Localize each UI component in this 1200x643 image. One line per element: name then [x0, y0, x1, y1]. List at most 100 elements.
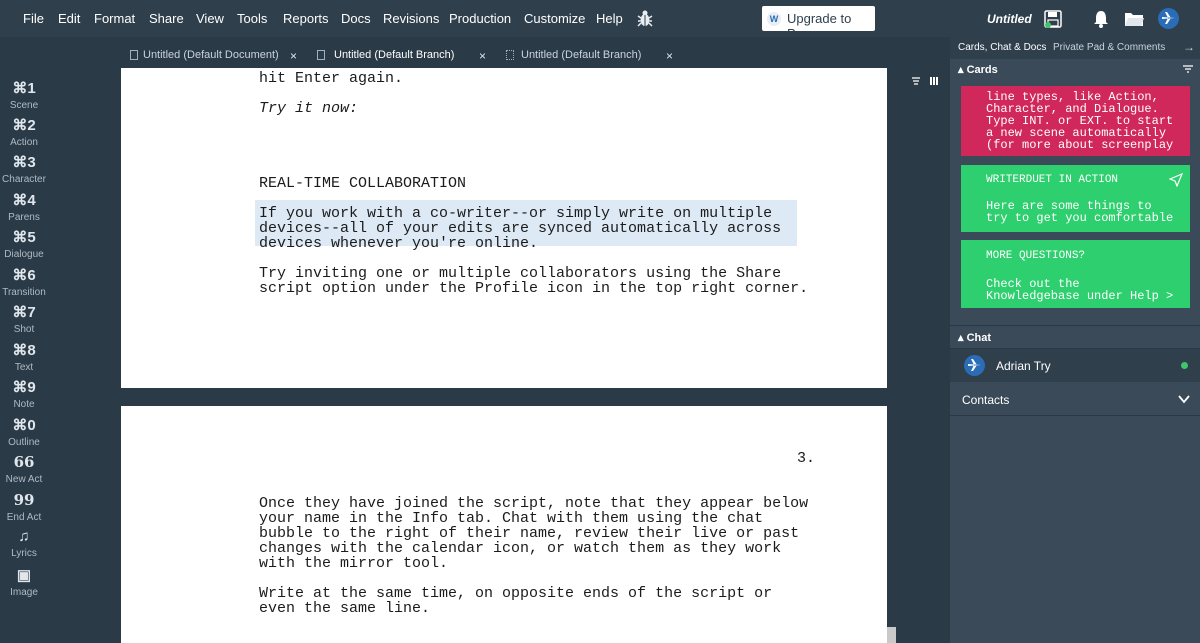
card[interactable]: line types, like Action, Character, and … — [961, 86, 1190, 156]
tool-label: Note — [13, 399, 35, 410]
action-line[interactable]: hit Enter again. — [259, 71, 403, 86]
menu-view[interactable]: View — [196, 11, 224, 26]
tool-parens[interactable]: ⌘4 Parens — [0, 191, 48, 223]
tool-label: Character — [2, 174, 46, 185]
collapse-arrow-icon[interactable]: → — [1183, 40, 1195, 54]
menu-format[interactable]: Format — [94, 11, 135, 26]
divider — [950, 325, 1200, 326]
right-panel: Cards, Chat & Docs Private Pad & Comment… — [950, 37, 1200, 643]
action-line[interactable]: Write at the same time, on opposite ends… — [259, 586, 772, 601]
card-line: Knowledgebase under Help > — [986, 289, 1174, 303]
action-line[interactable]: your name in the Info tab. Chat with the… — [259, 511, 763, 526]
menu-tools[interactable]: Tools — [237, 11, 267, 26]
action-line[interactable]: Once they have joined the script, note t… — [259, 496, 808, 511]
tool-key: ⌘3 — [12, 154, 36, 171]
chat-header-label: Chat — [966, 332, 992, 344]
tab-default-document[interactable]: Untitled (Default Document) × — [130, 44, 302, 68]
tool-image[interactable]: ▣ Image — [0, 566, 48, 598]
menu-docs[interactable]: Docs — [341, 11, 371, 26]
contacts-row[interactable]: Contacts — [950, 382, 1200, 415]
divider — [950, 415, 1200, 416]
scrollbar[interactable] — [887, 627, 896, 643]
tool-key: ⌘8 — [12, 342, 36, 359]
close-tab-icon[interactable]: × — [666, 49, 673, 63]
tool-note[interactable]: ⌘9 Note — [0, 378, 48, 410]
bell-icon[interactable] — [1093, 10, 1109, 28]
element-type-toolbar: ⌘1 Scene ⌘2 Action ⌘3 Character ⌘4 Parens ⌘5… — [0, 60, 48, 643]
bug-icon[interactable] — [635, 9, 655, 29]
action-line[interactable]: even the same line. — [259, 601, 430, 616]
send-icon[interactable] — [1169, 173, 1183, 187]
script-page[interactable]: 3. Once they have joined the script, not… — [121, 406, 887, 643]
chat-header[interactable]: ▴ Chat — [958, 331, 991, 344]
card[interactable]: MORE QUESTIONS? Check out the Knowledgeb… — [961, 240, 1190, 308]
tool-dialogue[interactable]: ⌘5 Dialogue — [0, 228, 48, 260]
action-line[interactable]: with the mirror tool. — [259, 556, 448, 571]
tool-action[interactable]: ⌘2 Action — [0, 116, 48, 148]
tool-label: Dialogue — [4, 249, 44, 260]
action-line[interactable]: devices--all of your edits are synced au… — [259, 221, 781, 236]
tool-outline[interactable]: ⌘0 Outline — [0, 416, 48, 448]
tool-key: ⌘9 — [12, 379, 36, 396]
close-quote-icon: 99 — [13, 491, 35, 509]
action-line[interactable]: bubble to the right of their name, revie… — [259, 526, 799, 541]
action-line[interactable]: If you work with a co-writer--or simply … — [259, 206, 772, 221]
cards-header[interactable]: ▴ Cards — [958, 63, 998, 76]
tab-label: Untitled (Default Document) — [143, 49, 279, 61]
menu-reports[interactable]: Reports — [283, 11, 329, 26]
filter-icon[interactable] — [1183, 65, 1193, 73]
action-line[interactable]: Try inviting one or multiple collaborato… — [259, 266, 781, 281]
tool-new-act[interactable]: 66 New Act — [0, 453, 48, 485]
document-title[interactable]: Untitled — [987, 12, 1032, 26]
tool-transition[interactable]: ⌘6 Transition — [0, 266, 48, 298]
action-line[interactable]: script option under the Profile icon in … — [259, 281, 808, 296]
card-title: MORE QUESTIONS? — [986, 250, 1086, 262]
menu-share[interactable]: Share — [149, 11, 184, 26]
tool-lyrics[interactable]: ♫ Lyrics — [0, 528, 48, 559]
tool-label: Transition — [2, 287, 46, 298]
tool-key: ⌘5 — [12, 229, 36, 246]
tab-default-branch-grid[interactable]: Untitled (Default Branch) × — [506, 44, 678, 68]
tool-label: Lyrics — [11, 548, 37, 559]
upgrade-button[interactable]: W Upgrade to Pro — [762, 6, 875, 41]
scene-heading[interactable]: REAL-TIME COLLABORATION — [259, 176, 466, 191]
view-toggle-icon[interactable] — [911, 76, 939, 86]
tool-character[interactable]: ⌘3 Character — [0, 153, 48, 185]
tab-private-pad[interactable]: Private Pad & Comments — [1053, 42, 1165, 53]
chat-user-row[interactable]: Adrian Try — [950, 349, 1200, 382]
action-line[interactable]: changes with the calendar icon, or watch… — [259, 541, 781, 556]
menu-production[interactable]: Production — [449, 11, 511, 26]
card[interactable]: WRITERDUET IN ACTION Here are some thing… — [961, 165, 1190, 232]
tool-key: ⌘6 — [12, 267, 36, 284]
tab-default-branch-active[interactable]: Untitled (Default Branch) × — [317, 44, 495, 68]
close-tab-icon[interactable]: × — [479, 49, 486, 63]
tool-label: New Act — [5, 474, 43, 485]
menu-customize[interactable]: Customize — [524, 11, 585, 26]
save-icon[interactable] — [1043, 9, 1063, 29]
card-line: try to get you comfortable — [986, 211, 1174, 225]
tab-label: Untitled (Default Branch) — [521, 49, 642, 61]
action-line[interactable]: Try it now: — [259, 101, 358, 116]
folder-icon[interactable] — [1124, 11, 1144, 27]
chevron-down-icon[interactable] — [1178, 394, 1190, 404]
tool-label: Image — [10, 587, 38, 598]
user-avatar-icon — [964, 355, 985, 376]
card-line: (for more about screenplay — [986, 138, 1174, 152]
writerduet-logo-icon: W — [767, 12, 781, 26]
tool-text[interactable]: ⌘8 Text — [0, 341, 48, 373]
menu-help[interactable]: Help — [596, 11, 623, 26]
tool-key: ⌘1 — [12, 80, 36, 97]
tool-shot[interactable]: ⌘7 Shot — [0, 303, 48, 335]
script-page[interactable]: hit Enter again. Try it now: REAL-TIME C… — [121, 68, 887, 388]
tab-cards-chat-docs[interactable]: Cards, Chat & Docs — [958, 42, 1046, 53]
tool-end-act[interactable]: 99 End Act — [0, 491, 48, 523]
profile-plane-icon[interactable] — [1158, 8, 1179, 29]
music-note-icon: ♫ — [18, 528, 30, 545]
menu-edit[interactable]: Edit — [58, 11, 80, 26]
menu-file[interactable]: File — [23, 11, 44, 26]
tool-label: Action — [10, 137, 38, 148]
close-tab-icon[interactable]: × — [290, 49, 297, 63]
tool-scene[interactable]: ⌘1 Scene — [0, 79, 48, 111]
menu-revisions[interactable]: Revisions — [383, 11, 439, 26]
action-line[interactable]: devices whenever you're online. — [259, 236, 538, 251]
